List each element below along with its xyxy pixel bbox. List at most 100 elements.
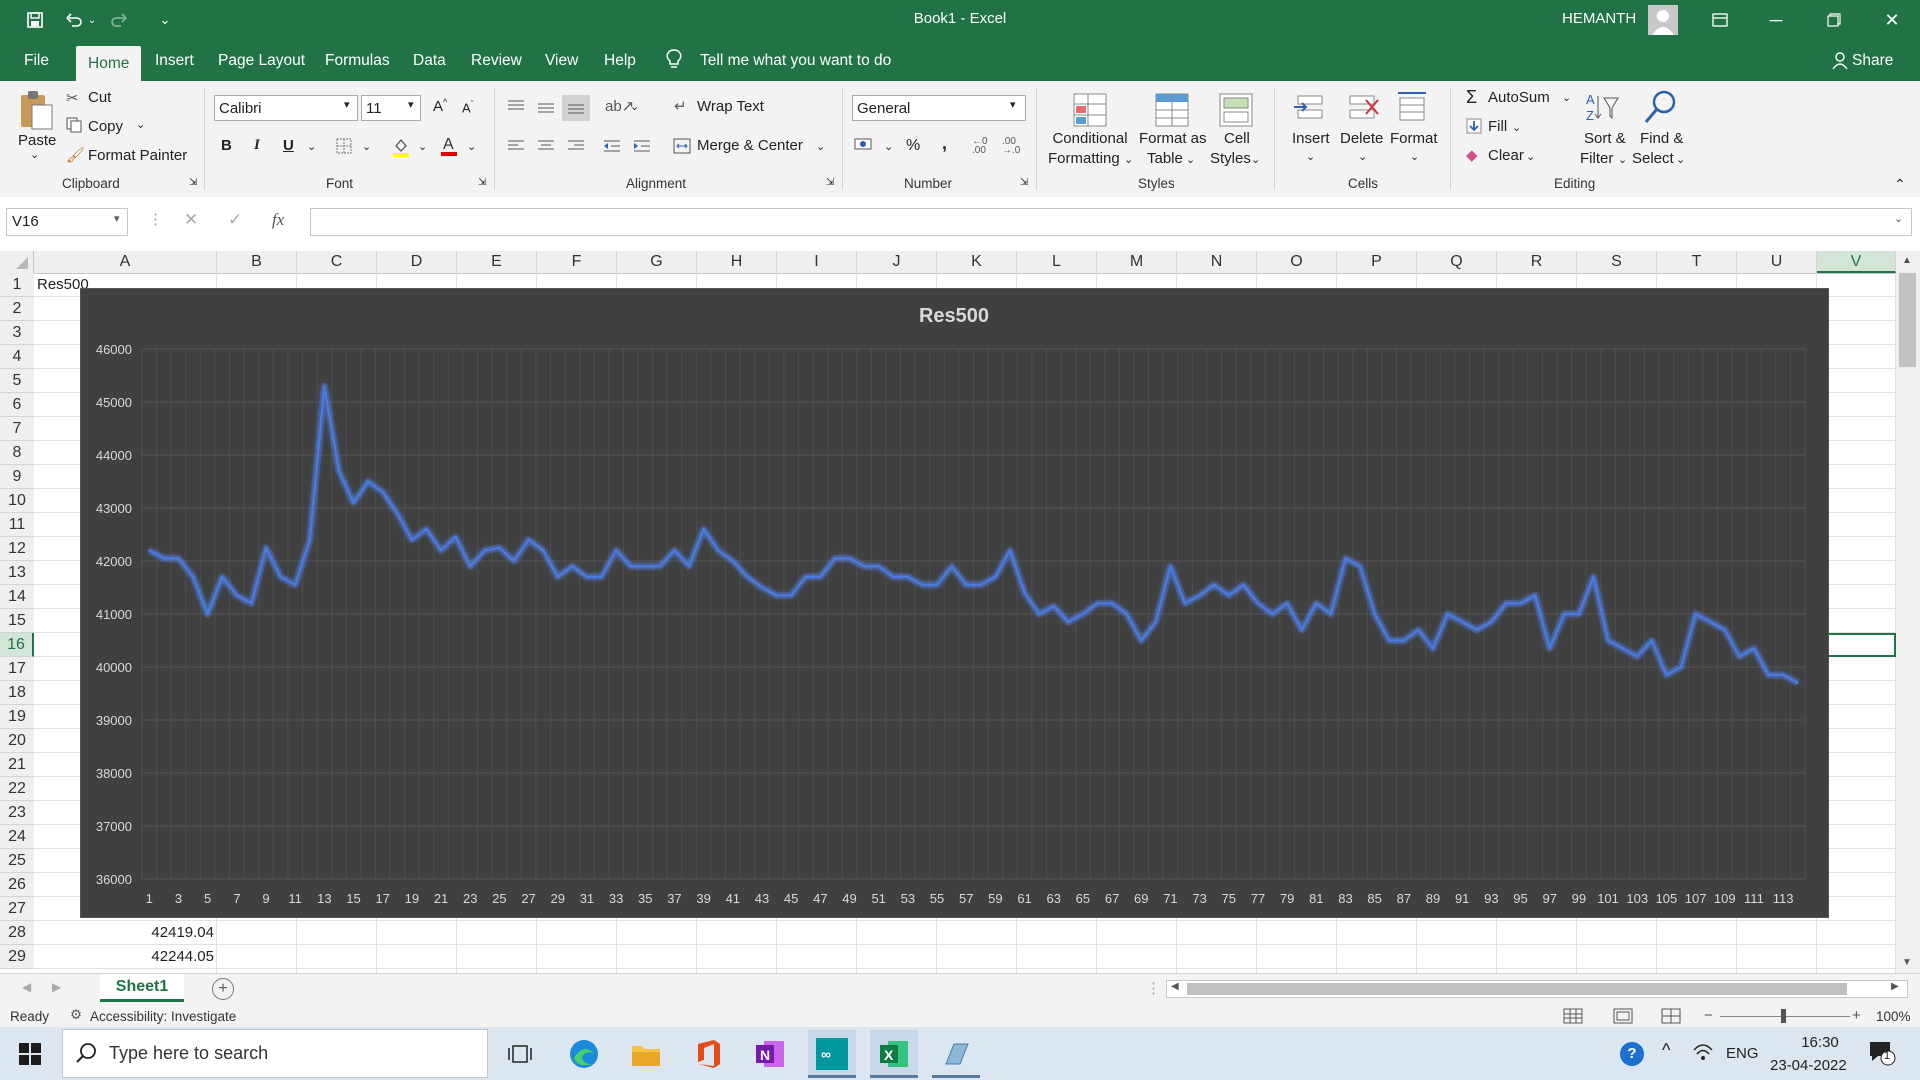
column-header-M[interactable]: M bbox=[1097, 251, 1177, 273]
restore-icon[interactable] bbox=[1806, 0, 1862, 40]
clipboard-launcher-icon[interactable]: ⇲ bbox=[189, 177, 197, 188]
row-header-5[interactable]: 5 bbox=[0, 369, 34, 393]
column-header-H[interactable]: H bbox=[697, 251, 777, 273]
format-cells-button[interactable]: Format bbox=[1390, 130, 1438, 147]
row-header-1[interactable]: 1 bbox=[0, 273, 34, 297]
increase-decimal-icon[interactable]: ←0.00 bbox=[972, 137, 988, 156]
name-box-dropdown-icon[interactable]: ▾ bbox=[114, 212, 120, 225]
tab-help[interactable]: Help bbox=[604, 40, 636, 81]
task-view-icon[interactable] bbox=[496, 1030, 544, 1078]
format-dropdown-icon[interactable]: ⌄ bbox=[1410, 150, 1419, 163]
paste-dropdown-icon[interactable]: ⌄ bbox=[30, 148, 39, 161]
row-header-20[interactable]: 20 bbox=[0, 729, 34, 753]
column-header-B[interactable]: B bbox=[217, 251, 297, 273]
align-right-icon[interactable] bbox=[566, 138, 586, 154]
next-sheet-icon[interactable]: ▶ bbox=[52, 980, 61, 994]
show-hidden-icons[interactable]: ^ bbox=[1662, 1040, 1670, 1061]
avatar[interactable] bbox=[1648, 5, 1678, 35]
fill-color-dropdown-icon[interactable]: ⌄ bbox=[418, 140, 427, 153]
cell-styles-icon[interactable] bbox=[1216, 90, 1256, 130]
delete-cells-icon[interactable] bbox=[1344, 88, 1380, 128]
tab-review[interactable]: Review bbox=[471, 40, 522, 81]
column-header-N[interactable]: N bbox=[1177, 251, 1257, 273]
font-launcher-icon[interactable]: ⇲ bbox=[478, 177, 486, 188]
zoom-in-icon[interactable]: + bbox=[1852, 1007, 1861, 1024]
column-header-J[interactable]: J bbox=[857, 251, 937, 273]
clock-date[interactable]: 23-04-2022 bbox=[1770, 1057, 1847, 1074]
column-header-C[interactable]: C bbox=[297, 251, 377, 273]
insert-dropdown-icon[interactable]: ⌄ bbox=[1306, 150, 1315, 163]
format-as-table-line1[interactable]: Format as bbox=[1139, 130, 1207, 147]
onenote-icon[interactable]: N bbox=[746, 1030, 794, 1078]
accessibility-icon[interactable]: ⚙ bbox=[70, 1007, 82, 1023]
tell-me-search[interactable]: Tell me what you want to do bbox=[700, 40, 891, 81]
underline-button[interactable]: U bbox=[283, 137, 294, 154]
align-bottom-icon[interactable] bbox=[562, 95, 590, 121]
clock-time[interactable]: 16:30 bbox=[1790, 1034, 1850, 1051]
row-header-2[interactable]: 2 bbox=[0, 297, 34, 321]
number-format-dropdown[interactable]: General bbox=[852, 95, 1026, 121]
row-header-14[interactable]: 14 bbox=[0, 585, 34, 609]
copy-dropdown-icon[interactable]: ⌄ bbox=[136, 118, 145, 131]
cell-styles-line2[interactable]: Styles bbox=[1210, 150, 1251, 167]
file-explorer-icon[interactable] bbox=[622, 1030, 670, 1078]
sort-filter-icon[interactable]: AZ bbox=[1584, 88, 1620, 128]
help-icon[interactable]: ? bbox=[1620, 1042, 1644, 1066]
format-cells-icon[interactable] bbox=[1394, 88, 1430, 128]
increase-indent-icon[interactable] bbox=[632, 138, 652, 154]
fill-icon[interactable] bbox=[1466, 118, 1482, 134]
cancel-entry-icon[interactable]: ✕ bbox=[184, 210, 198, 230]
paste-button[interactable]: Paste bbox=[18, 132, 56, 149]
underline-dropdown-icon[interactable]: ⌄ bbox=[307, 140, 316, 153]
merge-center-icon[interactable] bbox=[673, 137, 691, 155]
merge-dropdown-icon[interactable]: ⌄ bbox=[816, 140, 825, 153]
align-left-icon[interactable] bbox=[506, 138, 526, 154]
tab-view[interactable]: View bbox=[545, 40, 578, 81]
accounting-format-icon[interactable] bbox=[854, 136, 876, 154]
cut-button[interactable]: Cut bbox=[88, 89, 111, 106]
insert-cells-button[interactable]: Insert bbox=[1292, 130, 1330, 147]
name-box[interactable]: V16 bbox=[6, 208, 128, 236]
font-name-chevron-icon[interactable]: ▾ bbox=[344, 98, 350, 111]
find-select-icon[interactable] bbox=[1640, 88, 1680, 128]
confirm-entry-icon[interactable]: ✓ bbox=[228, 210, 242, 230]
autosum-dropdown-icon[interactable]: ⌄ bbox=[1562, 91, 1571, 104]
formula-input[interactable] bbox=[310, 208, 1912, 236]
column-header-V[interactable]: V bbox=[1817, 251, 1896, 273]
new-sheet-icon[interactable]: + bbox=[212, 978, 234, 1000]
align-center-icon[interactable] bbox=[536, 138, 556, 154]
font-color-dropdown-icon[interactable]: ⌄ bbox=[467, 140, 476, 153]
merge-center-button[interactable]: Merge & Center bbox=[697, 137, 803, 154]
align-middle-icon[interactable] bbox=[536, 100, 556, 116]
sort-filter-line1[interactable]: Sort & bbox=[1584, 130, 1626, 147]
zoom-out-icon[interactable]: − bbox=[1704, 1007, 1713, 1024]
column-header-P[interactable]: P bbox=[1337, 251, 1417, 273]
conditional-formatting-icon[interactable] bbox=[1070, 90, 1110, 130]
network-icon[interactable] bbox=[1692, 1042, 1714, 1066]
column-header-R[interactable]: R bbox=[1497, 251, 1577, 273]
copy-button[interactable]: Copy bbox=[88, 118, 123, 135]
row-header-7[interactable]: 7 bbox=[0, 417, 34, 441]
row-header-21[interactable]: 21 bbox=[0, 753, 34, 777]
conditional-formatting-line2[interactable]: Formatting bbox=[1048, 150, 1120, 167]
alignment-launcher-icon[interactable]: ⇲ bbox=[826, 177, 834, 188]
row-header-8[interactable]: 8 bbox=[0, 441, 34, 465]
format-table-dropdown-icon[interactable]: ⌄ bbox=[1186, 153, 1195, 166]
clear-button[interactable]: Clear bbox=[1488, 147, 1524, 164]
vertical-scrollbar[interactable]: ▲ ▼ bbox=[1896, 251, 1920, 973]
row-header-16[interactable]: 16 bbox=[0, 633, 34, 657]
fill-button[interactable]: Fill bbox=[1488, 118, 1507, 135]
row-header-9[interactable]: 9 bbox=[0, 465, 34, 489]
sort-dropdown-icon[interactable]: ⌄ bbox=[1618, 153, 1627, 166]
column-header-U[interactable]: U bbox=[1737, 251, 1817, 273]
wrap-text-icon[interactable]: ↵ bbox=[674, 97, 687, 115]
orientation-dropdown-icon[interactable]: ⌄ bbox=[630, 100, 639, 113]
increase-font-icon[interactable]: A^ bbox=[433, 97, 447, 115]
horizontal-scrollbar[interactable]: ◀ ▶ bbox=[1166, 980, 1908, 998]
delete-dropdown-icon[interactable]: ⌄ bbox=[1358, 150, 1367, 163]
minimize-icon[interactable]: ─ bbox=[1748, 0, 1804, 40]
scroll-thumb[interactable] bbox=[1899, 273, 1916, 367]
column-header-L[interactable]: L bbox=[1017, 251, 1097, 273]
page-layout-view-icon[interactable] bbox=[1612, 1007, 1634, 1025]
number-format-chevron-icon[interactable]: ▾ bbox=[1010, 98, 1016, 111]
